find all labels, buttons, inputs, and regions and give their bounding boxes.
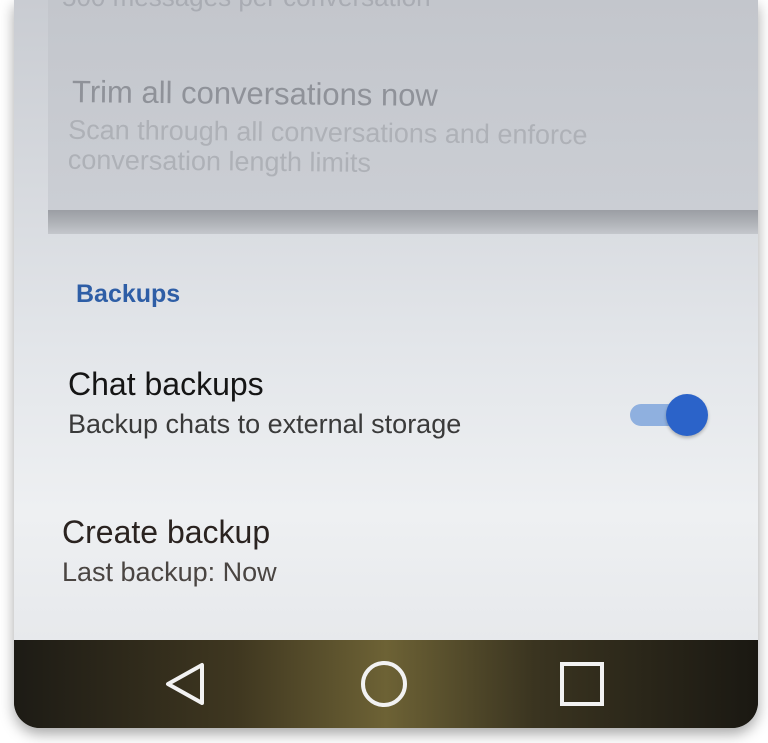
create-backup-preference[interactable]: Create backup Last backup: Now	[62, 514, 277, 588]
last-backup-summary: Last backup: Now	[62, 557, 277, 587]
recents-button[interactable]	[552, 654, 612, 714]
trim-conversations-title: Trim all conversations now	[71, 74, 438, 113]
chat-backups-toggle[interactable]	[626, 394, 708, 436]
phone-frame: 500 messages per conversation Trim all c…	[14, 0, 758, 728]
recents-icon	[560, 662, 604, 706]
section-divider	[48, 210, 758, 234]
conversation-length-summary: 500 messages per conversation	[62, 0, 431, 13]
backups-category-title: Backups	[76, 280, 181, 308]
chat-backups-summary: Backup chats to external storage	[68, 409, 462, 439]
home-button[interactable]	[354, 654, 414, 714]
navigation-bar	[14, 640, 758, 728]
chat-backups-title: Chat backups	[68, 366, 264, 402]
back-button[interactable]	[156, 654, 216, 714]
toggle-thumb	[666, 394, 708, 436]
back-icon	[166, 663, 204, 705]
create-backup-title: Create backup	[62, 514, 271, 550]
home-icon	[361, 661, 407, 707]
chat-backups-preference[interactable]: Chat backups Backup chats to external st…	[68, 366, 461, 440]
trim-conversations-summary: Scan through all conversations and enfor…	[67, 114, 588, 178]
settings-screen: 500 messages per conversation Trim all c…	[14, 0, 758, 640]
